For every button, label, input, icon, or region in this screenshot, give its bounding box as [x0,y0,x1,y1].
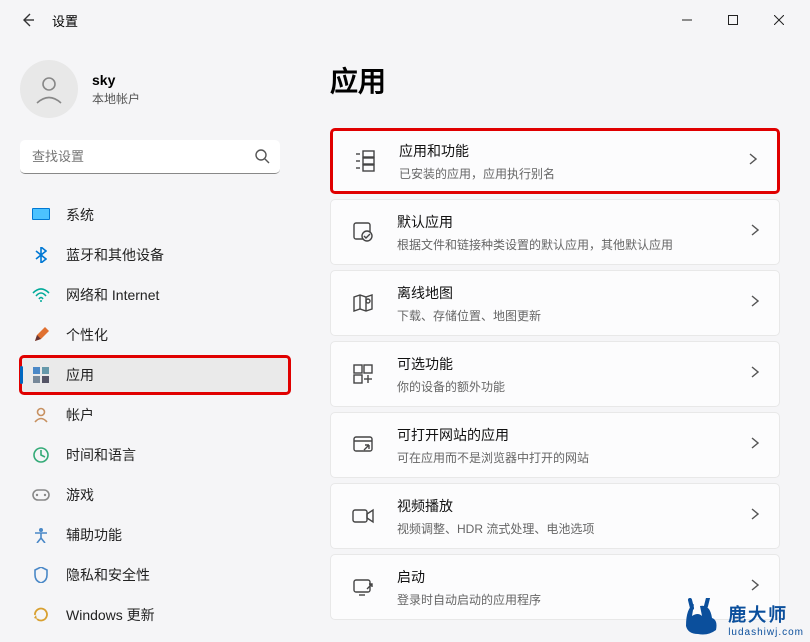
card-default-apps[interactable]: 默认应用 根据文件和链接种类设置的默认应用，其他默认应用 [330,199,780,265]
back-button[interactable] [8,0,48,40]
gaming-icon [32,486,50,504]
page-title: 应用 [330,60,780,100]
sidebar-item-label: 应用 [66,365,94,385]
personalization-icon [32,326,50,344]
sidebar-item-bluetooth[interactable]: 蓝牙和其他设备 [20,236,290,274]
chevron-right-icon [751,507,759,525]
chevron-right-icon [751,436,759,454]
sidebar-item-gaming[interactable]: 游戏 [20,476,290,514]
card-subtitle: 视频调整、HDR 流式处理、电池选项 [397,520,751,537]
close-button[interactable] [756,4,802,36]
window-controls [664,4,802,36]
card-video[interactable]: 视频播放 视频调整、HDR 流式处理、电池选项 [330,483,780,549]
chevron-right-icon [749,152,757,170]
sidebar-item-update[interactable]: Windows 更新 [20,596,290,634]
close-icon [774,15,784,25]
default-apps-icon [351,220,375,244]
chevron-right-icon [751,365,759,383]
sidebar-item-label: 隐私和安全性 [66,565,150,585]
sidebar-item-label: 个性化 [66,325,108,345]
card-title: 默认应用 [397,212,751,232]
sidebar-item-label: 游戏 [66,485,94,505]
sidebar-item-personalization[interactable]: 个性化 [20,316,290,354]
user-icon [32,72,66,106]
card-title: 可选功能 [397,354,751,374]
card-title: 可打开网站的应用 [397,425,751,445]
privacy-icon [32,566,50,584]
main-content: 应用 应用和功能 已安装的应用，应用执行别名 默认应用 根据文件和链接种类设置的… [300,40,810,642]
sidebar: sky 本地帐户 系统 蓝牙和其他设备 网络和 Internet [0,40,300,642]
watermark-url: ludashiwj.com [728,627,804,638]
card-optional-features[interactable]: 可选功能 你的设备的额外功能 [330,341,780,407]
sidebar-item-label: 系统 [66,205,94,225]
sidebar-item-apps[interactable]: 应用 [20,356,290,394]
optional-features-icon [351,362,375,386]
chevron-right-icon [751,294,759,312]
sidebar-item-label: 蓝牙和其他设备 [66,245,164,265]
sidebar-item-time[interactable]: 时间和语言 [20,436,290,474]
sidebar-item-label: 辅助功能 [66,525,122,545]
video-icon [351,504,375,528]
sidebar-item-label: Windows 更新 [66,605,155,625]
user-name: sky [92,72,140,88]
startup-icon [351,575,375,599]
search-box [20,140,280,174]
time-icon [32,446,50,464]
chevron-right-icon [751,578,759,596]
web-apps-icon [351,433,375,457]
card-title: 视频播放 [397,496,751,516]
nav-list: 系统 蓝牙和其他设备 网络和 Internet 个性化 应用 帐户 [20,196,290,634]
sidebar-item-accounts[interactable]: 帐户 [20,396,290,434]
sidebar-item-label: 帐户 [66,405,94,425]
card-offline-maps[interactable]: 离线地图 下载、存储位置、地图更新 [330,270,780,336]
chevron-right-icon [751,223,759,241]
sidebar-item-accessibility[interactable]: 辅助功能 [20,516,290,554]
card-subtitle: 根据文件和链接种类设置的默认应用，其他默认应用 [397,236,751,253]
sidebar-item-label: 网络和 Internet [66,285,159,305]
network-icon [32,286,50,304]
update-icon [32,606,50,624]
minimize-button[interactable] [664,4,710,36]
accounts-icon [32,406,50,424]
titlebar: 设置 [0,0,810,40]
minimize-icon [682,15,692,25]
sidebar-item-system[interactable]: 系统 [20,196,290,234]
maximize-icon [728,15,738,25]
maximize-button[interactable] [710,4,756,36]
card-title: 应用和功能 [399,141,749,161]
card-subtitle: 你的设备的额外功能 [397,378,751,395]
card-subtitle: 下载、存储位置、地图更新 [397,307,751,324]
avatar [20,60,78,118]
apps-icon [32,366,50,384]
card-subtitle: 可在应用而不是浏览器中打开的网站 [397,449,751,466]
bluetooth-icon [32,246,50,264]
user-account-type: 本地帐户 [92,90,140,107]
watermark: 鹿大师 ludashiwj.com [678,598,804,638]
watermark-brand: 鹿大师 [728,601,804,627]
card-web-apps[interactable]: 可打开网站的应用 可在应用而不是浏览器中打开的网站 [330,412,780,478]
card-apps-features[interactable]: 应用和功能 已安装的应用，应用执行别名 [330,128,780,194]
sidebar-item-privacy[interactable]: 隐私和安全性 [20,556,290,594]
card-subtitle: 已安装的应用，应用执行别名 [399,165,749,182]
back-arrow-icon [20,12,36,28]
sidebar-item-label: 时间和语言 [66,445,136,465]
accessibility-icon [32,526,50,544]
offline-maps-icon [351,291,375,315]
search-input[interactable] [20,140,280,174]
window-title: 设置 [52,11,78,30]
card-title: 离线地图 [397,283,751,303]
sidebar-item-network[interactable]: 网络和 Internet [20,276,290,314]
user-section[interactable]: sky 本地帐户 [20,60,290,118]
card-title: 启动 [397,567,751,587]
system-icon [32,206,50,224]
apps-features-icon [353,149,377,173]
search-icon [254,148,270,169]
watermark-logo-icon [678,598,724,638]
